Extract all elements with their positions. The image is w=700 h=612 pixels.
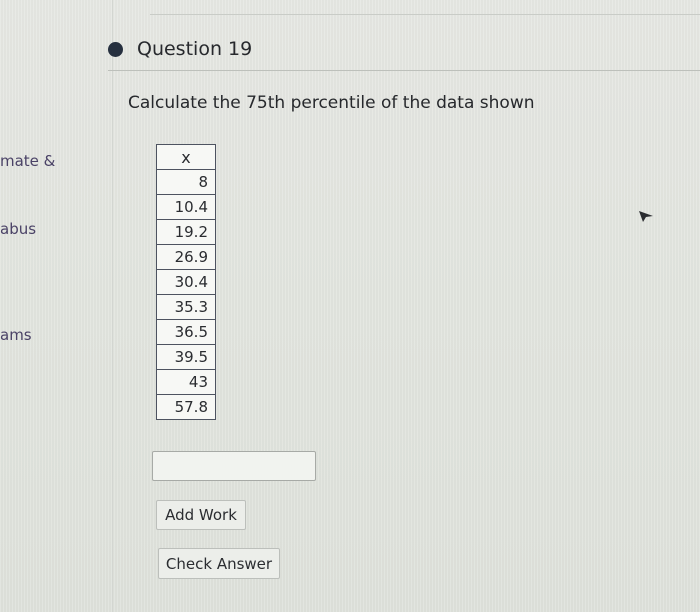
table-cell: 26.9 (156, 244, 216, 270)
table-cell: 19.2 (156, 219, 216, 245)
answer-input[interactable] (152, 451, 316, 481)
mouse-pointer-icon (639, 211, 653, 222)
table-cell: 39.5 (156, 344, 216, 370)
table-row: 19.2 (156, 219, 216, 245)
table-cell: 43 (156, 369, 216, 395)
check-answer-button[interactable]: Check Answer (158, 548, 280, 579)
bullet-icon (108, 41, 123, 57)
table-row: 8 (156, 169, 216, 195)
table-cell: 57.8 (156, 394, 216, 420)
table-cell: 36.5 (156, 319, 216, 345)
table-row: 43 (156, 369, 216, 395)
table-row: 35.3 (156, 294, 216, 320)
sidebar-item-1[interactable]: abus (0, 220, 36, 238)
table-cell: 35.3 (156, 294, 216, 320)
data-table: x 8 10.4 19.2 26.9 30.4 35.3 36.5 39.5 4… (156, 144, 216, 420)
screen-background (0, 0, 700, 612)
table-cell: 10.4 (156, 194, 216, 220)
table-header-x: x (156, 144, 216, 170)
sidebar-item-2[interactable]: ams (0, 326, 32, 344)
table-row: 39.5 (156, 344, 216, 370)
question-title: Question 19 (137, 38, 253, 60)
sidebar-divider (112, 0, 113, 612)
question-header: Question 19 (108, 38, 252, 60)
sidebar-item-0[interactable]: mate & (0, 152, 55, 170)
table-cell: 30.4 (156, 269, 216, 295)
header-divider (108, 70, 700, 71)
table-cell: 8 (156, 169, 216, 195)
top-divider (150, 14, 700, 15)
question-prompt: Calculate the 75th percentile of the dat… (128, 93, 535, 113)
table-row: 26.9 (156, 244, 216, 270)
add-work-button[interactable]: Add Work (156, 500, 246, 530)
table-header-row: x (156, 144, 216, 170)
table-row: 10.4 (156, 194, 216, 220)
table-row: 57.8 (156, 394, 216, 420)
table-row: 30.4 (156, 269, 216, 295)
table-row: 36.5 (156, 319, 216, 345)
